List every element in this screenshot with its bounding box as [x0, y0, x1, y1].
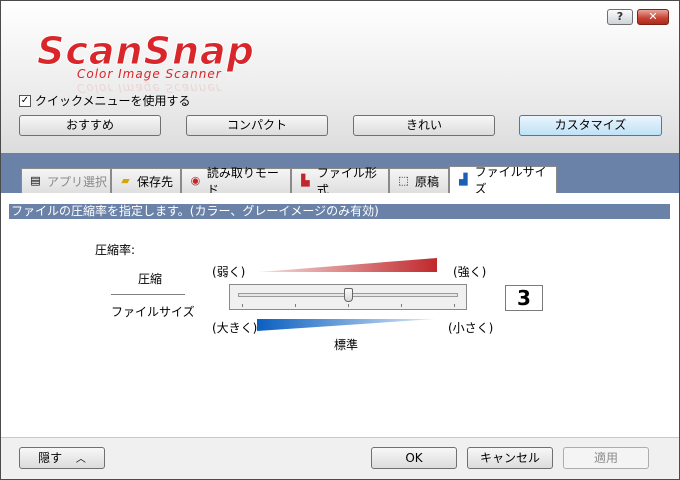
file-size-panel [1, 193, 679, 437]
chevron-up-icon: ︿ [75, 454, 86, 465]
header-area: ? ✕ ScanSnap Color Image Scanner Color I… [1, 1, 679, 153]
weak-label: (弱く) [212, 265, 246, 279]
filesize-label: ファイルサイズ [111, 305, 195, 319]
help-button[interactable]: ? [607, 9, 633, 25]
tab-label: ファイルサイズ [474, 165, 547, 196]
tab-scan-mode[interactable]: ◉ 読み取りモード [181, 166, 291, 197]
app-select-icon: ▤ [30, 174, 41, 187]
cancel-button[interactable]: キャンセル [467, 447, 553, 469]
profile-button-clean[interactable]: きれい [353, 115, 495, 136]
compression-value: 3 [505, 285, 543, 311]
profile-button-recommended[interactable]: おすすめ [19, 115, 161, 136]
label-divider [111, 294, 185, 295]
standard-label: 標準 [334, 338, 359, 352]
filesize-wedge [257, 319, 435, 331]
tab-app-select[interactable]: ▤ アプリ選択 [21, 168, 111, 193]
compression-rate-label: 圧縮率: [95, 243, 136, 257]
quick-menu-option[interactable]: ✓ クイックメニューを使用する [19, 92, 191, 109]
tab-label: 原稿 [415, 174, 440, 189]
apply-button[interactable]: 適用 [563, 447, 649, 469]
slider-tick [348, 304, 349, 307]
slider-tick [242, 304, 243, 307]
file-format-icon: ▙ [301, 174, 310, 187]
hide-button[interactable]: 隠す ︿ [19, 447, 105, 469]
profile-button-customize[interactable]: カスタマイズ [519, 115, 662, 136]
ok-button[interactable]: OK [371, 447, 457, 469]
quick-menu-label: クイックメニューを使用する [35, 94, 191, 108]
strong-label: (強く) [453, 265, 487, 279]
tab-save-destination[interactable]: ▰ 保存先 [111, 168, 181, 193]
compression-wedge [259, 258, 437, 272]
profile-button-compact[interactable]: コンパクト [186, 115, 328, 136]
compression-slider[interactable] [229, 284, 467, 310]
tab-file-format[interactable]: ▙ ファイル形式 [291, 166, 389, 197]
slider-thumb[interactable] [344, 288, 353, 302]
large-label: (大きく) [212, 321, 258, 335]
document-icon: ⬚ [398, 174, 409, 187]
folder-icon: ▰ [121, 174, 130, 187]
logo-sub-text: Color Image Scanner [77, 67, 222, 81]
slider-tick [295, 304, 296, 307]
small-label: (小さく) [448, 321, 494, 335]
tab-file-size[interactable]: ▟ ファイルサイズ [449, 165, 557, 196]
hide-button-label: 隠す [38, 451, 63, 465]
scansnap-logo: ScanSnap Color Image Scanner Color Image… [37, 29, 327, 99]
tab-label: 保存先 [137, 174, 174, 189]
quick-menu-checkbox[interactable]: ✓ [19, 94, 31, 107]
file-size-icon: ▟ [459, 173, 468, 186]
tab-label: アプリ選択 [47, 174, 108, 189]
slider-tick [401, 304, 402, 307]
slider-tick [454, 304, 455, 307]
tab-document[interactable]: ⬚ 原稿 [389, 168, 449, 193]
close-button[interactable]: ✕ [637, 9, 669, 25]
scan-mode-icon: ◉ [190, 174, 201, 187]
compression-label: 圧縮 [138, 272, 163, 286]
scansnap-settings-window: ? ✕ ScanSnap Color Image Scanner Color I… [0, 0, 680, 480]
panel-description: ファイルの圧縮率を指定します。(カラー、グレーイメージのみ有効) [9, 204, 670, 219]
